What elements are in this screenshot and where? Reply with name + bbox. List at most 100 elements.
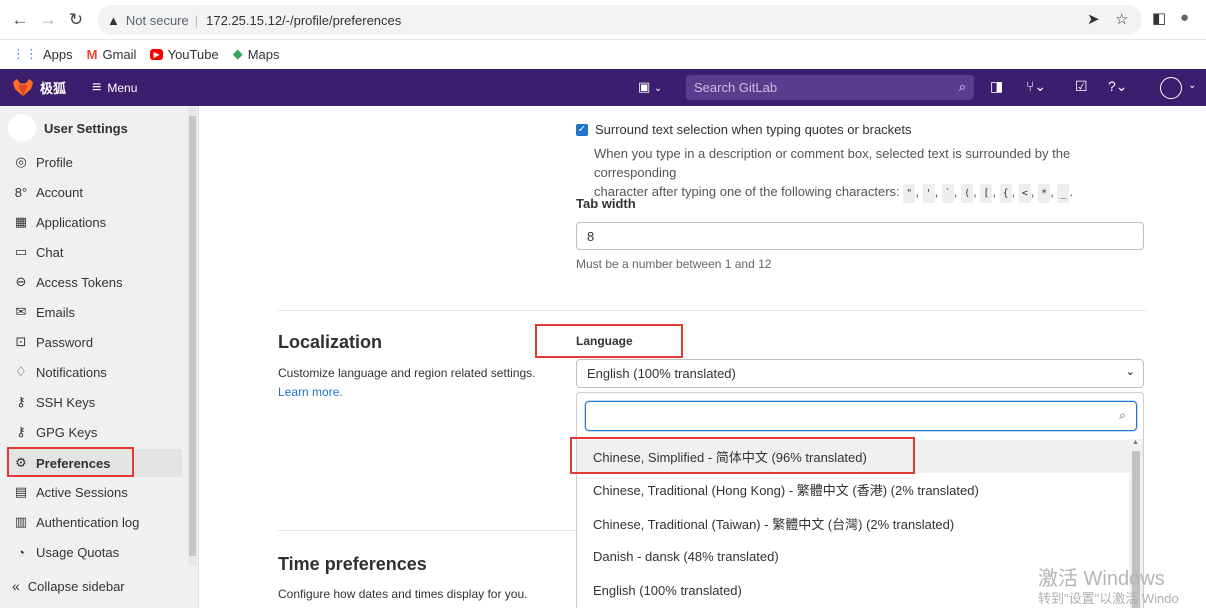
applications-icon: ▦ bbox=[14, 214, 28, 229]
merge-request-icon[interactable]: ⑂⌄ bbox=[1026, 78, 1046, 95]
windows-watermark: 激活 Windows bbox=[1038, 568, 1165, 590]
char-code: < bbox=[1018, 184, 1031, 203]
bookmark-apps[interactable]: ⋮⋮ Apps bbox=[12, 46, 73, 62]
address-bar[interactable]: ▲ Not secure | 172.25.15.12/-/profile/pr… bbox=[97, 5, 1142, 35]
user-avatar[interactable] bbox=[1160, 77, 1182, 99]
sidebar-header[interactable]: User Settings bbox=[8, 114, 128, 142]
bookmark-gmail[interactable]: M Gmail bbox=[87, 47, 137, 62]
sidebar-item-active-sessions[interactable]: ▤ Active Sessions bbox=[12, 480, 128, 504]
key-icon: ⚷ bbox=[16, 394, 26, 409]
share-icon[interactable]: ➤ bbox=[1087, 10, 1100, 28]
sidebar-item-label: SSH Keys bbox=[36, 394, 96, 410]
menu-button[interactable]: ≡ Menu bbox=[92, 79, 137, 97]
sidebar-item-notifications[interactable]: ♢ Notifications bbox=[12, 360, 107, 384]
issues-icon[interactable]: ◨ bbox=[990, 78, 1003, 95]
language-option-label: Chinese, Traditional (Hong Kong) - 繁體中文 … bbox=[593, 483, 979, 498]
tab-width-input[interactable]: 8 bbox=[576, 222, 1144, 250]
highlight-box-language bbox=[535, 324, 683, 358]
sidebar-item-access-tokens[interactable]: ⊖ Access Tokens bbox=[12, 270, 123, 294]
time-preferences-title: Time preferences bbox=[278, 554, 427, 574]
language-search-input[interactable]: ⌕ bbox=[585, 401, 1137, 431]
learn-more-link[interactable]: Learn more. bbox=[278, 385, 343, 399]
address-separator: | bbox=[194, 12, 199, 28]
collapse-label: Collapse sidebar bbox=[27, 578, 125, 594]
reload-icon[interactable]: ↻ bbox=[64, 8, 88, 32]
sidebar-item-label: Notifications bbox=[36, 364, 107, 380]
language-option[interactable]: Chinese, Traditional (Hong Kong) - 繁體中文 … bbox=[577, 473, 1129, 506]
sidebar-item-label: Password bbox=[36, 334, 94, 350]
url-text: 172.25.15.12/-/profile/preferences bbox=[206, 12, 402, 28]
brand-name: 极狐 bbox=[40, 80, 67, 96]
plus-square-icon: ▣ bbox=[638, 79, 651, 94]
language-option-label: Danish - dansk (48% translated) bbox=[593, 549, 779, 564]
windows-watermark-subtext: 转到"设置"以激活 Windo bbox=[1038, 591, 1179, 606]
sidebar-item-emails[interactable]: ✉ Emails bbox=[12, 300, 75, 324]
sidebar-item-account[interactable]: 8° Account bbox=[12, 180, 83, 204]
language-option[interactable]: Chinese, Traditional (Taiwan) - 繁體中文 (台灣… bbox=[577, 507, 1129, 540]
mail-icon: ✉ bbox=[15, 304, 27, 319]
sidebar-item-password[interactable]: ⊡ Password bbox=[12, 330, 94, 354]
surround-checkbox[interactable]: ✓ bbox=[576, 123, 588, 136]
sidebar-item-label: Chat bbox=[36, 244, 64, 260]
sidebar-item-usage-quotas[interactable]: ◔ Usage Quotas bbox=[12, 540, 119, 564]
sidebar-item-authentication-log[interactable]: ▥ Authentication log bbox=[12, 510, 140, 534]
highlight-box-preferences bbox=[7, 447, 134, 477]
sidebar-scrollbar[interactable] bbox=[188, 106, 197, 566]
new-item-dropdown[interactable]: ▣ ⌄ bbox=[638, 79, 662, 95]
char-code: _ bbox=[1057, 184, 1070, 203]
search-icon: ⌕ bbox=[1119, 408, 1126, 422]
sidebar-item-ssh-keys[interactable]: ⚷ SSH Keys bbox=[12, 390, 95, 414]
bell-icon: ♢ bbox=[15, 364, 27, 379]
profile-icon[interactable]: ● bbox=[1180, 9, 1189, 26]
log-icon: ▥ bbox=[14, 514, 28, 529]
gitlab-logo[interactable]: 极狐 bbox=[12, 77, 66, 97]
lock-icon: ⊡ bbox=[15, 334, 27, 349]
char-code: ' bbox=[922, 184, 935, 203]
sidebar-item-label: Applications bbox=[36, 214, 107, 230]
sidebar-title: User Settings bbox=[44, 120, 128, 136]
char-code: [ bbox=[980, 184, 993, 203]
monitor-icon: ▤ bbox=[14, 484, 28, 499]
bookmark-youtube[interactable]: ▶ YouTube bbox=[150, 47, 219, 62]
double-chevron-left-icon: « bbox=[12, 578, 20, 594]
language-select[interactable]: English (100% translated) ⌄ bbox=[576, 359, 1144, 388]
surround-help-text: character after typing one of the follow… bbox=[594, 184, 900, 199]
search-input[interactable]: Search GitLab ⌕ bbox=[686, 75, 974, 100]
youtube-icon: ▶ bbox=[150, 48, 163, 60]
scrollbar-thumb[interactable] bbox=[189, 116, 196, 556]
todo-icon[interactable]: ☑ bbox=[1075, 78, 1088, 95]
sidebar-item-profile[interactable]: ◎ Profile bbox=[12, 150, 73, 174]
surround-label: Surround text selection when typing quot… bbox=[595, 122, 912, 137]
menu-label: Menu bbox=[107, 81, 138, 95]
section-divider bbox=[278, 310, 1146, 311]
settings-sidebar: User Settings ◎ Profile 8° Account ▦ Applic… bbox=[0, 106, 199, 608]
sidebar-item-label: Profile bbox=[36, 154, 73, 170]
surround-checkbox-row[interactable]: ✓ Surround text selection when typing qu… bbox=[576, 122, 912, 137]
bookmark-star-icon[interactable]: ☆ bbox=[1115, 10, 1128, 28]
char-code: { bbox=[999, 184, 1012, 203]
scroll-up-icon[interactable]: ▲ bbox=[1132, 439, 1139, 446]
chevron-down-icon[interactable]: ⌄ bbox=[1188, 80, 1196, 91]
account-icon: 8° bbox=[14, 184, 28, 200]
back-icon[interactable]: ← bbox=[8, 8, 32, 32]
search-icon: ⌕ bbox=[958, 79, 966, 94]
surround-help: When you type in a description or commen… bbox=[594, 144, 1154, 203]
tab-width-help: Must be a number between 1 and 12 bbox=[576, 257, 772, 271]
char-code: ( bbox=[961, 184, 974, 203]
collapse-sidebar-button[interactable]: « Collapse sidebar bbox=[12, 578, 125, 594]
profile-icon: ◎ bbox=[15, 154, 27, 169]
localization-description: Customize language and region related se… bbox=[278, 366, 536, 380]
side-panel-icon[interactable]: ◧ bbox=[1152, 9, 1166, 27]
search-placeholder: Search GitLab bbox=[694, 80, 778, 95]
bookmark-label: Apps bbox=[43, 46, 73, 62]
sidebar-item-label: Active Sessions bbox=[36, 484, 128, 500]
language-option-label: Chinese, Traditional (Taiwan) - 繁體中文 (台灣… bbox=[593, 517, 955, 532]
security-label: Not secure bbox=[125, 12, 189, 28]
forward-icon[interactable]: → bbox=[36, 8, 60, 32]
sidebar-item-applications[interactable]: ▦ Applications bbox=[12, 210, 106, 234]
sidebar-item-chat[interactable]: ▭ Chat bbox=[12, 240, 64, 264]
sidebar-item-label: GPG Keys bbox=[36, 424, 98, 440]
sidebar-item-gpg-keys[interactable]: ⚷ GPG Keys bbox=[12, 420, 97, 444]
help-icon[interactable]: ?⌄ bbox=[1108, 78, 1128, 95]
bookmark-maps[interactable]: ◆ Maps bbox=[233, 46, 280, 62]
